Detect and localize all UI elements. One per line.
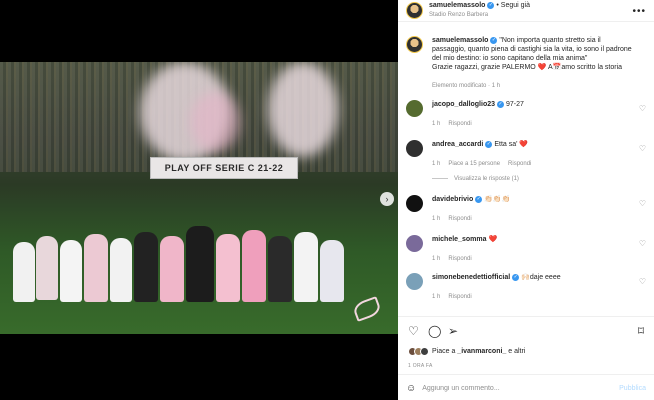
post-side-panel: samuelemassolo ✓ • Segui già Stadio Renzo… bbox=[398, 0, 654, 400]
caption-meta: Elemento modificato · 1 h bbox=[432, 83, 501, 89]
comment-body: Etta sa' ❤️ bbox=[494, 141, 529, 148]
commenter-avatar[interactable] bbox=[406, 273, 423, 290]
playoff-banner: PLAY OFF SERIE C 21-22 bbox=[150, 157, 298, 179]
liker-username[interactable]: _ivanmarconi_ bbox=[457, 348, 506, 355]
more-options-icon[interactable]: ••• bbox=[632, 6, 646, 17]
comment-time: 1 h bbox=[432, 256, 441, 262]
commenter-avatar[interactable] bbox=[406, 140, 423, 157]
caption-username[interactable]: samuelemassolo bbox=[432, 37, 488, 44]
reply-link[interactable]: Rispondi bbox=[448, 121, 471, 127]
comment-text: davidebrivio ✓ 👏🏻👏🏻👏🏻 bbox=[432, 195, 632, 204]
team-celebration bbox=[8, 226, 358, 302]
post-actions: ♡ ◯ ➢ ⌑ Piace a _ivanmarconi_ e altri 1 … bbox=[398, 316, 654, 400]
commenter-username[interactable]: michele_somma bbox=[432, 236, 486, 243]
comment-text: andrea_accardi ✓ Etta sa' ❤️ bbox=[432, 140, 632, 149]
likes-summary: Piace a _ivanmarconi_ e altri bbox=[408, 347, 525, 356]
following-button[interactable]: Segui già bbox=[501, 2, 530, 9]
comment-time: 1 h bbox=[432, 161, 441, 167]
like-icon[interactable]: ♡ bbox=[408, 324, 419, 338]
comment-like-icon[interactable]: ♡ bbox=[639, 277, 646, 286]
post-timestamp: 1 ORA FA bbox=[408, 363, 433, 369]
emoji-icon[interactable]: ☺ bbox=[406, 383, 416, 394]
comment-body: ❤️ bbox=[488, 236, 498, 243]
comment-meta: 1 h Rispondi bbox=[432, 216, 480, 222]
verified-icon: ✓ bbox=[487, 1, 495, 9]
smoke-cloud bbox=[268, 62, 338, 157]
comment-like-icon[interactable]: ♡ bbox=[639, 104, 646, 113]
verified-icon: ✓ bbox=[490, 36, 498, 44]
comment-body: 👏🏻👏🏻👏🏻 bbox=[484, 196, 511, 203]
caption-text: samuelemassolo ✓ "Non importa quanto stre… bbox=[432, 36, 632, 72]
comment-input[interactable] bbox=[422, 384, 620, 392]
comment-like-icon[interactable]: ♡ bbox=[639, 239, 646, 248]
smoke-cloud bbox=[190, 92, 240, 152]
carousel-next-button[interactable]: › bbox=[380, 192, 394, 206]
comment-text: michele_somma ❤️ bbox=[432, 235, 632, 244]
comment-time: 1 h bbox=[432, 121, 441, 127]
commenter-username[interactable]: jacopo_dalloglio23 bbox=[432, 101, 495, 108]
location-link[interactable]: Stadio Renzo Barbera bbox=[429, 12, 488, 18]
likes-prefix: Piace a bbox=[432, 348, 458, 355]
comment-like-icon[interactable]: ♡ bbox=[639, 199, 646, 208]
commenter-username[interactable]: simonebenedettiofficial bbox=[432, 274, 510, 281]
media-pane: PLAY OFF SERIE C 21-22 › bbox=[0, 0, 398, 400]
post-photo[interactable]: PLAY OFF SERIE C 21-22 bbox=[0, 62, 398, 334]
comment-meta: 1 h Rispondi bbox=[432, 256, 480, 262]
comment-body: 97-27 bbox=[505, 101, 524, 108]
view-replies-link[interactable]: Visualizza le risposte (1) bbox=[432, 176, 519, 182]
author-avatar[interactable] bbox=[406, 36, 423, 53]
comment-like-icon[interactable]: ♡ bbox=[639, 144, 646, 153]
liker-avatar bbox=[420, 347, 429, 356]
bookmark-icon[interactable]: ⌑ bbox=[638, 324, 644, 338]
comment-meta: 1 h Rispondi bbox=[432, 294, 480, 300]
commenter-avatar[interactable] bbox=[406, 235, 423, 252]
share-icon[interactable]: ➢ bbox=[448, 324, 458, 338]
comment-box: ☺ Pubblica bbox=[398, 374, 654, 400]
comment-icon[interactable]: ◯ bbox=[428, 324, 441, 338]
verified-icon: ✓ bbox=[497, 100, 505, 108]
comment-body: 🙌🏻daje eeee bbox=[521, 274, 561, 281]
reply-link[interactable]: Rispondi bbox=[448, 294, 471, 300]
verified-icon: ✓ bbox=[485, 140, 493, 148]
verified-icon: ✓ bbox=[512, 273, 520, 281]
comments-list: samuelemassolo ✓ "Non importa quanto stre… bbox=[398, 30, 654, 310]
comment-time: 1 h bbox=[432, 294, 441, 300]
follow-separator: • bbox=[496, 2, 499, 9]
reply-link[interactable]: Rispondi bbox=[508, 161, 531, 167]
likes-suffix: e altri bbox=[506, 348, 526, 355]
reply-link[interactable]: Rispondi bbox=[448, 256, 471, 262]
comment-meta: 1 h Piace a 15 persone Rispondi bbox=[432, 161, 539, 167]
comment-likes[interactable]: Piace a 15 persone bbox=[448, 161, 500, 167]
publish-button[interactable]: Pubblica bbox=[619, 385, 646, 392]
comment-text: jacopo_dalloglio23 ✓ 97-27 bbox=[432, 100, 632, 109]
post-header: samuelemassolo ✓ • Segui già Stadio Renzo… bbox=[398, 0, 654, 22]
commenter-avatar[interactable] bbox=[406, 100, 423, 117]
commenter-username[interactable]: davidebrivio bbox=[432, 196, 473, 203]
verified-icon: ✓ bbox=[475, 195, 483, 203]
commenter-username[interactable]: andrea_accardi bbox=[432, 141, 483, 148]
author-avatar[interactable] bbox=[406, 2, 423, 19]
author-username[interactable]: samuelemassolo bbox=[429, 2, 485, 9]
caption-line2: Grazie ragazzi, grazie PALERMO ❤️ A📅amo … bbox=[432, 64, 623, 71]
reply-link[interactable]: Rispondi bbox=[448, 216, 471, 222]
comment-text: simonebenedettiofficial ✓ 🙌🏻daje eeee bbox=[432, 273, 632, 282]
comment-meta: 1 h Rispondi bbox=[432, 121, 480, 127]
comment-time: 1 h bbox=[432, 216, 441, 222]
commenter-avatar[interactable] bbox=[406, 195, 423, 212]
